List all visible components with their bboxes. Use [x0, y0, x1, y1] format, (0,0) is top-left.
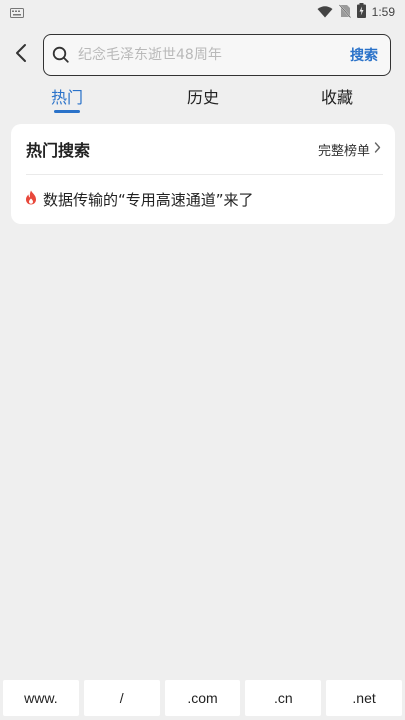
keyboard-icon: [10, 3, 24, 22]
battery-charging-icon: [356, 2, 366, 22]
shortcut-www[interactable]: www.: [3, 680, 79, 716]
hot-search-item-text: 数据传输的“专用高速通道”来了: [43, 190, 254, 209]
fire-icon: [25, 190, 37, 209]
status-time: 1:59: [371, 5, 395, 19]
chevron-right-icon: [374, 141, 381, 157]
active-tab-indicator: [54, 110, 80, 113]
shortcut-cn[interactable]: .cn: [245, 680, 322, 716]
shortcut-slash[interactable]: /: [83, 680, 160, 716]
tab-favorites[interactable]: 收藏: [302, 84, 372, 116]
no-sim-icon: [338, 3, 351, 22]
hot-search-card: 热门搜索 完整榜单 数据传输的“专用高速通道”来了: [11, 124, 395, 224]
search-button[interactable]: 搜索: [338, 35, 390, 75]
divider: [26, 174, 383, 175]
tab-hot[interactable]: 热门: [32, 84, 102, 116]
full-list-link[interactable]: 完整榜单: [318, 140, 381, 159]
back-button[interactable]: [0, 32, 42, 78]
tab-history[interactable]: 历史: [168, 84, 238, 116]
shortcut-net[interactable]: .net: [326, 680, 402, 716]
tab-label: 热门: [50, 88, 83, 107]
hot-search-item[interactable]: 数据传输的“专用高速通道”来了: [25, 180, 385, 218]
tab-label: 收藏: [320, 88, 353, 107]
url-shortcut-bar: www. / .com .cn .net: [0, 680, 405, 720]
status-bar: 1:59: [0, 0, 405, 24]
wifi-icon: [317, 3, 333, 22]
search-row: 搜索: [0, 32, 405, 78]
search-icon: [44, 35, 78, 75]
hot-search-title: 热门搜索: [26, 141, 91, 160]
hot-search-header: 热门搜索 完整榜单: [11, 124, 395, 174]
chevron-left-icon: [15, 43, 27, 67]
shortcut-com[interactable]: .com: [164, 680, 241, 716]
tab-bar: 热门 历史 收藏: [0, 84, 405, 116]
tab-label: 历史: [186, 88, 219, 107]
search-box: 搜索: [43, 34, 391, 76]
search-input[interactable]: [78, 35, 338, 75]
full-list-label: 完整榜单: [317, 143, 370, 159]
